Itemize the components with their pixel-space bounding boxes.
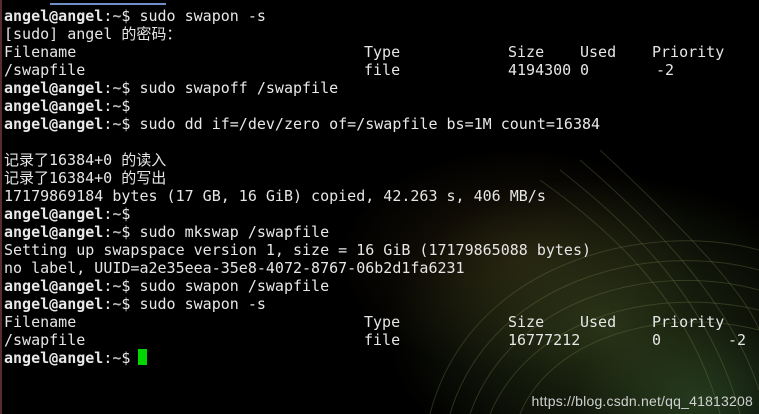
cell-filename: /swapfile	[4, 331, 86, 349]
header-priority: Priority	[652, 313, 725, 331]
header-filename: Filename	[4, 313, 77, 331]
terminal-output: angel@angel:~$ sudo swapon -s [sudo] ang…	[4, 7, 756, 367]
header-used: Used	[580, 43, 617, 61]
terminal-window[interactable]: angel@angel:~$ sudo swapon -s [sudo] ang…	[0, 0, 759, 414]
prompt-symbol: $	[121, 79, 131, 97]
prompt-user: angel@angel	[4, 79, 104, 97]
cell-used: 0	[580, 61, 590, 79]
text-cursor[interactable]	[138, 349, 148, 365]
sudo-password-prompt: [sudo] angel 的密码：	[4, 25, 182, 43]
mkswap-uuid: no label, UUID=a2e35eea-35e8-4072-8767-0…	[4, 259, 465, 277]
dd-bytes-copied: 17179869184 bytes (17 GB, 16 GiB) copied…	[4, 187, 546, 205]
prompt-symbol: $	[121, 349, 131, 367]
header-used: Used	[580, 313, 617, 331]
cell-used: 0	[652, 331, 662, 349]
command-text: sudo mkswap /swapfile	[139, 223, 330, 241]
command-text: sudo swapon /swapfile	[139, 277, 330, 295]
mkswap-setting-up: Setting up swapspace version 1, size = 1…	[4, 241, 591, 259]
swap-table-header: Filename Type Size Used Priority	[4, 313, 756, 331]
prompt-symbol: $	[121, 7, 131, 25]
cell-priority: -2	[728, 331, 747, 349]
active-prompt-line[interactable]: angel@angel:~$	[4, 349, 756, 367]
prompt-user: angel@angel	[4, 349, 104, 367]
header-size: Size	[508, 313, 545, 331]
prompt-user: angel@angel	[4, 223, 104, 241]
command-text: sudo swapon -s	[139, 295, 266, 313]
prompt-user: angel@angel	[4, 205, 104, 223]
dd-records-in: 记录了16384+0 的读入	[4, 151, 167, 169]
header-priority: Priority	[652, 43, 725, 61]
cell-size: 16777212	[508, 331, 581, 349]
prompt-line: angel@angel:~$	[4, 97, 756, 115]
prompt-symbol: $	[121, 277, 131, 295]
header-type: Type	[364, 313, 401, 331]
cell-type: file	[364, 61, 401, 79]
prompt-line: angel@angel:~$ sudo mkswap /swapfile	[4, 223, 756, 241]
prompt-line: angel@angel:~$	[4, 205, 756, 223]
prompt-user: angel@angel	[4, 115, 104, 133]
prompt-line: angel@angel:~$ sudo swapon -s	[4, 295, 756, 313]
prompt-symbol: $	[121, 295, 131, 313]
cell-type: file	[364, 331, 401, 349]
swap-table-header: Filename Type Size Used Priority	[4, 43, 756, 61]
prompt-line: angel@angel:~$ sudo swapon -s	[4, 7, 756, 25]
swap-table-row: /swapfile file 16777212 0 -2	[4, 331, 756, 349]
prompt-user: angel@angel	[4, 7, 104, 25]
command-text: sudo swapoff /swapfile	[139, 79, 339, 97]
command-text: sudo dd if=/dev/zero of=/swapfile bs=1M …	[139, 115, 601, 133]
prompt-symbol: $	[121, 223, 131, 241]
watermark-url: https://blog.csdn.net/qq_41813208	[531, 393, 753, 409]
header-size: Size	[508, 43, 545, 61]
prompt-symbol: $	[121, 115, 131, 133]
prompt-user: angel@angel	[4, 277, 104, 295]
header-filename: Filename	[4, 43, 77, 61]
tab-indicator	[50, 3, 166, 5]
command-text: sudo swapon -s	[139, 7, 266, 25]
swap-table-row: /swapfile file 4194300 0 -2	[4, 61, 756, 79]
header-type: Type	[364, 43, 401, 61]
prompt-symbol: $	[121, 97, 131, 115]
window-edge	[0, 0, 2, 414]
cell-size: 4194300	[508, 61, 572, 79]
prompt-user: angel@angel	[4, 295, 104, 313]
dd-records-out: 记录了16384+0 的写出	[4, 169, 167, 187]
cell-filename: /swapfile	[4, 61, 86, 79]
prompt-user: angel@angel	[4, 97, 104, 115]
prompt-line: angel@angel:~$ sudo swapoff /swapfile	[4, 79, 756, 97]
prompt-line: angel@angel:~$ sudo swapon /swapfile	[4, 277, 756, 295]
prompt-symbol: $	[121, 205, 131, 223]
prompt-line: angel@angel:~$ sudo dd if=/dev/zero of=/…	[4, 115, 756, 133]
cell-priority: -2	[656, 61, 675, 79]
